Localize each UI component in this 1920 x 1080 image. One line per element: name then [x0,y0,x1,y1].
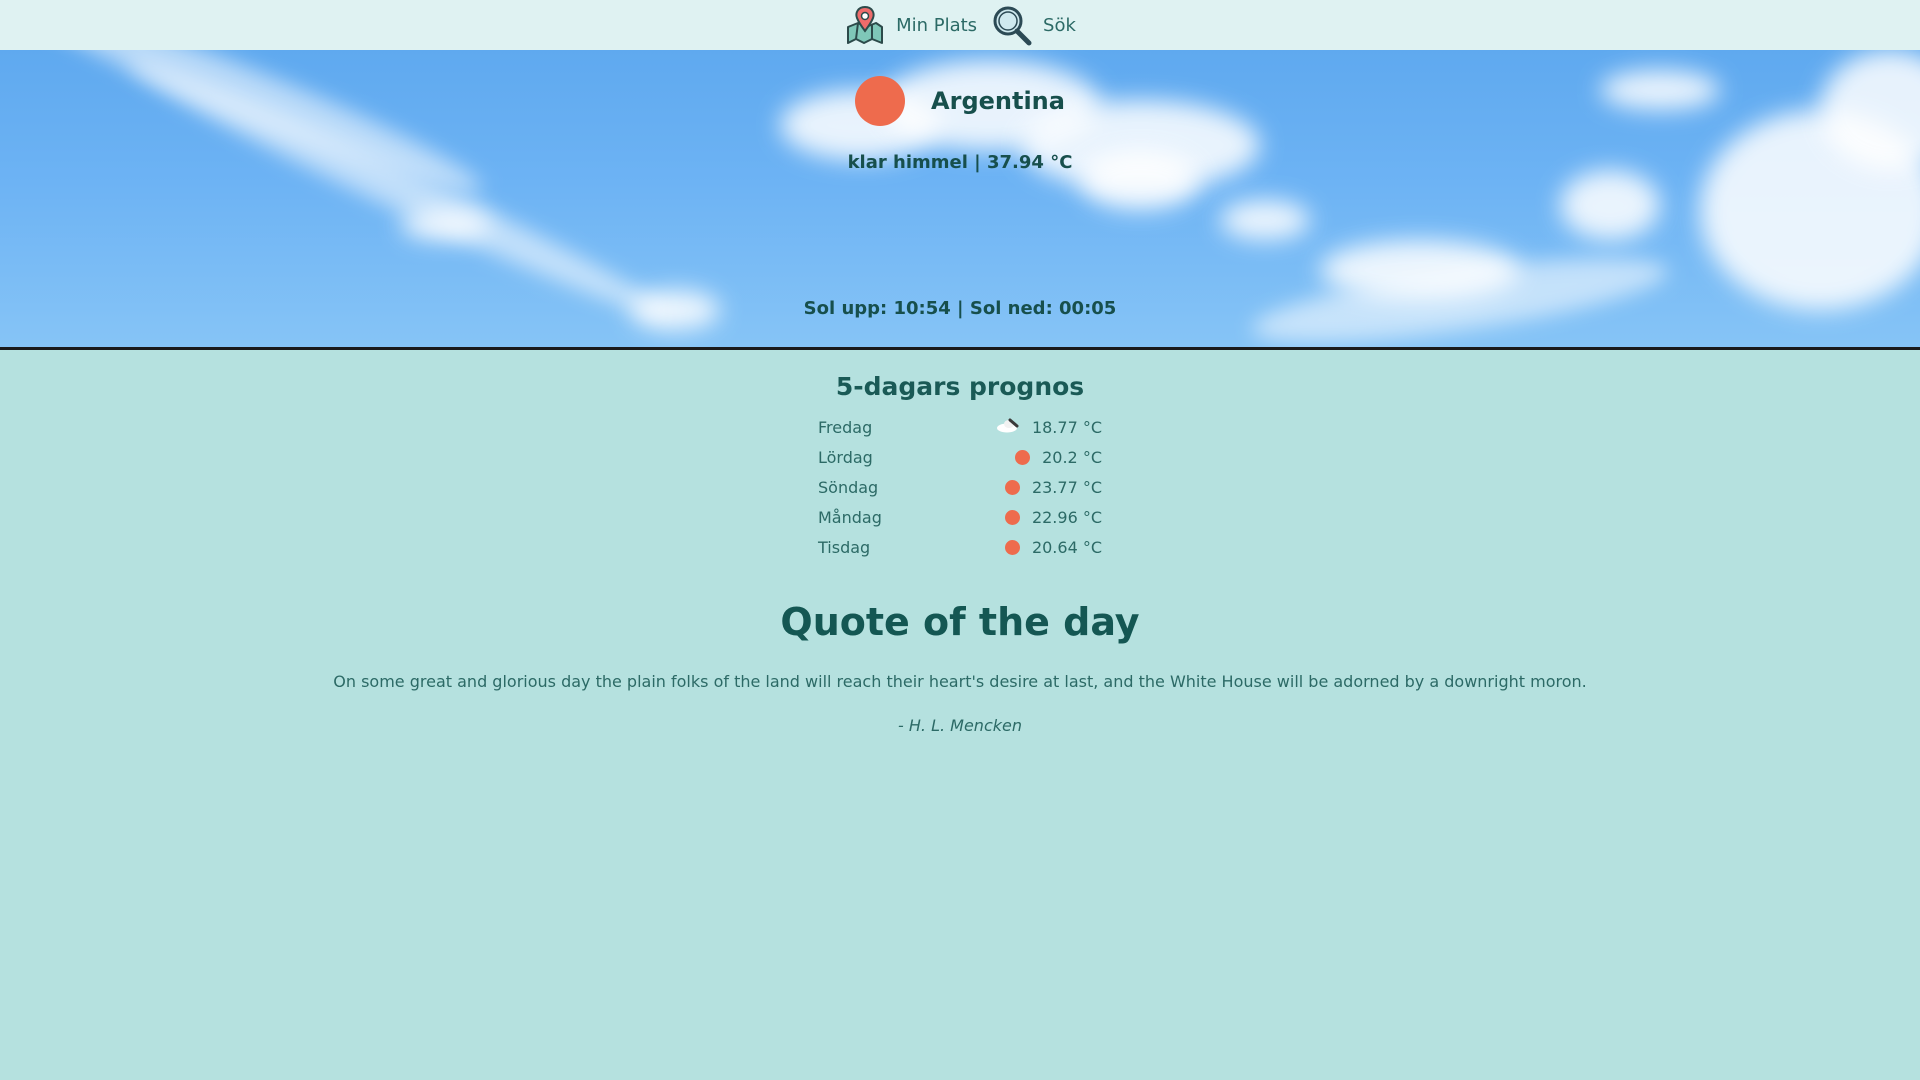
search-icon [991,4,1033,46]
forecast-row: Tisdag 20.64 °C [818,532,1102,562]
sun-icon [1015,449,1031,465]
my-location-label: Min Plats [896,14,978,36]
top-nav: Min Plats Sök [0,0,1920,50]
forecast-temp: 20.2 °C [1042,447,1102,467]
forecast-title: 5-dagars prognos [835,372,1085,401]
forecast-list: Fredag 18.77 °C Lördag 20.2 °C Söndag 23… [818,412,1102,562]
forecast-temp: 18.77 °C [1031,417,1102,437]
map-pin-icon [844,5,886,45]
forecast-temp: 23.77 °C [1031,477,1102,497]
current-weather-hero: Argentina klar himmel | 37.94 °C Sol upp… [0,50,1920,350]
current-condition: klar himmel | 37.94 °C [847,152,1073,173]
forecast-day: Fredag [818,417,873,437]
sun-icon [1004,509,1020,525]
forecast-row: Måndag 22.96 °C [818,502,1102,532]
forecast-temp: 20.64 °C [1031,537,1102,557]
forecast-row: Lördag 20.2 °C [818,442,1102,472]
my-location-link[interactable]: Min Plats [842,5,979,45]
quote-title: Quote of the day [780,600,1140,644]
search-link[interactable]: Sök [989,4,1078,46]
forecast-day: Tisdag [818,537,871,557]
location-name: Argentina [931,87,1065,115]
forecast-day: Söndag [818,477,879,497]
location-header: Argentina [0,76,1920,126]
quote-text: On some great and glorious day the plain… [333,672,1587,691]
quote-author: - H. L. Mencken [898,716,1022,735]
search-label: Sök [1043,14,1076,36]
forecast-row: Söndag 23.77 °C [818,472,1102,502]
sun-icon [1004,479,1020,495]
sun-icon [855,76,906,126]
forecast-day: Måndag [818,507,882,527]
forecast-row: Fredag 18.77 °C [818,412,1102,442]
forecast-temp: 22.96 °C [1031,507,1102,527]
partly-cloudy-icon [996,417,1020,437]
sunrise-sunset: Sol upp: 10:54 | Sol ned: 00:05 [803,298,1117,319]
sun-icon [1004,539,1020,555]
forecast-day: Lördag [818,447,873,467]
